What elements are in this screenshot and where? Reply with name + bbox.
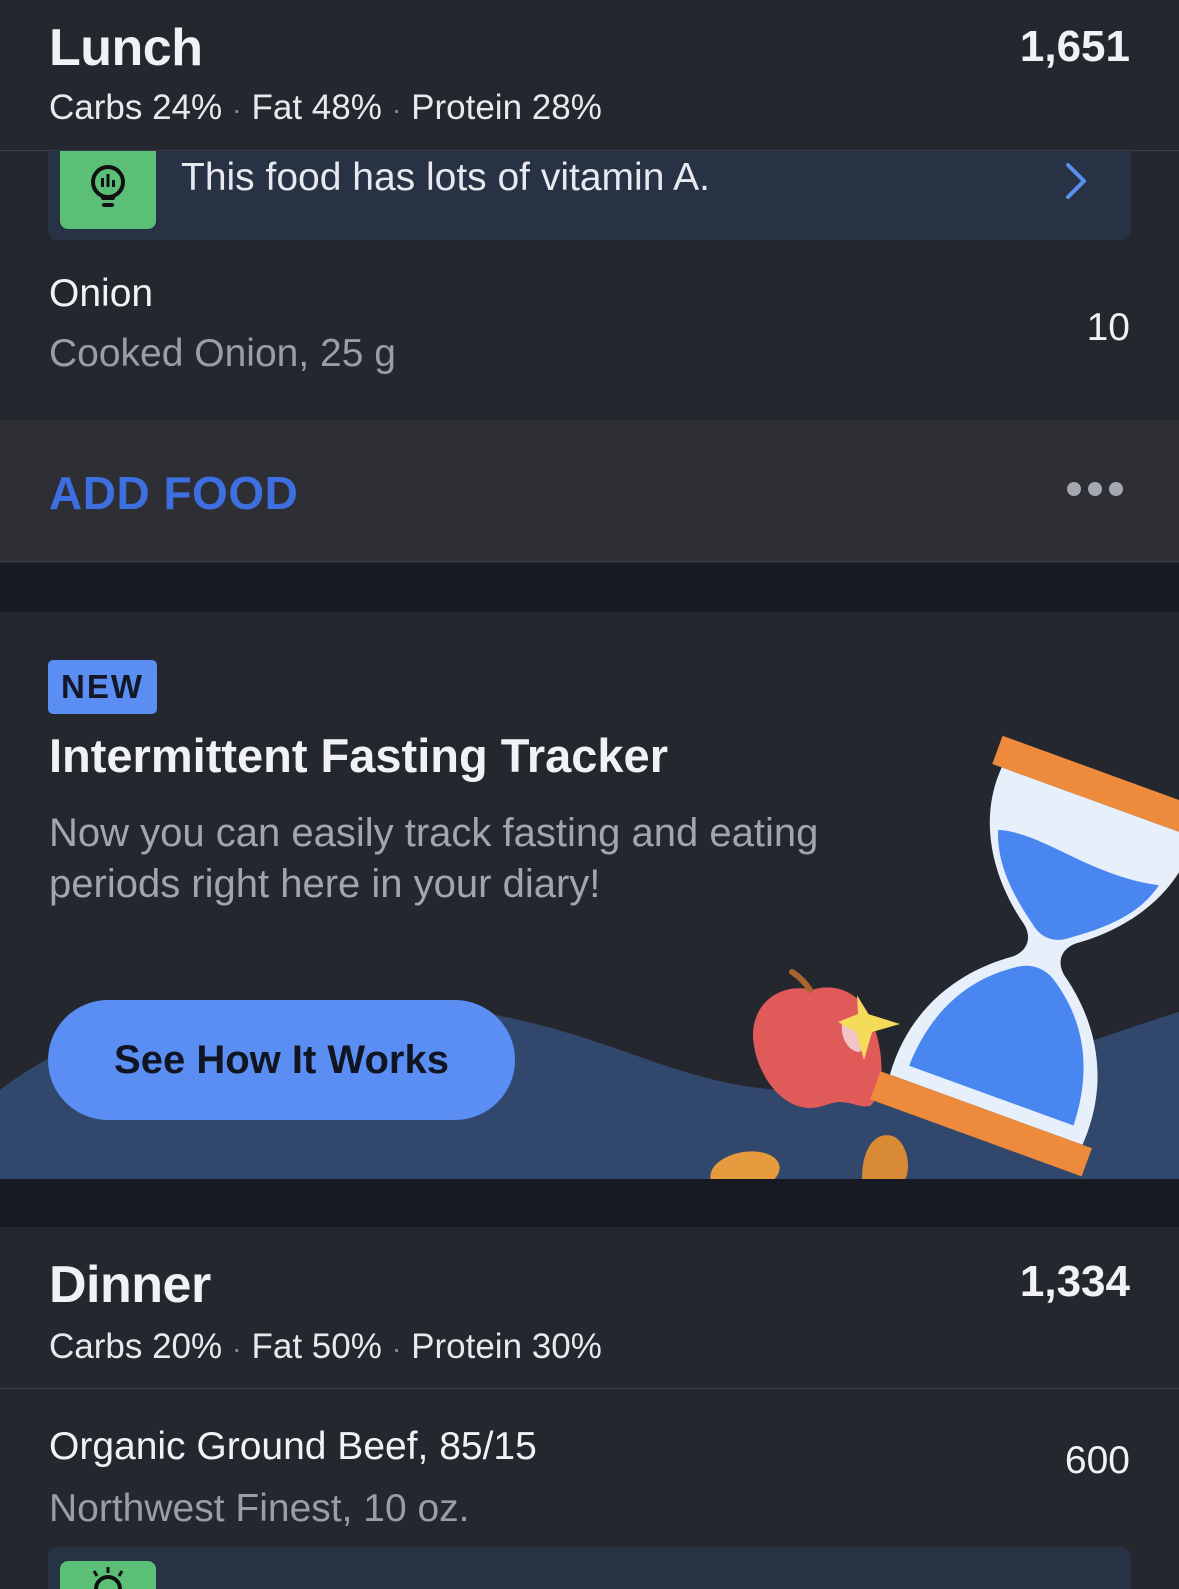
separator-dot: · (391, 94, 402, 125)
food-calories: 600 (1064, 1439, 1130, 1482)
lunch-calories: 1,651 (1019, 22, 1130, 71)
food-item-ground-beef[interactable]: Organic Ground Beef, 85/15 Northwest Fin… (0, 1389, 1179, 1547)
add-food-bar: ADD FOOD (0, 420, 1179, 562)
dinner-carbs: Carbs 20% (49, 1327, 223, 1366)
promo-title: Intermittent Fasting Tracker (49, 729, 668, 782)
dinner-calories: 1,334 (1019, 1257, 1130, 1306)
fasting-promo-card: NEW Intermittent Fasting Tracker Now you… (0, 612, 1179, 1179)
ellipsis-icon[interactable] (1067, 482, 1123, 496)
dinner-header[interactable]: Dinner 1,334 Carbs 20% · Fat 50% · Protein 3… (0, 1227, 1179, 1388)
food-detail: Cooked Onion, 25 g (49, 332, 396, 375)
separator-dot: · (232, 1333, 242, 1364)
see-how-it-works-button[interactable]: See How It Works (48, 1000, 515, 1120)
nutrition-tip[interactable]: This food has lots of vitamin A. (48, 151, 1131, 240)
lunch-carbs: Carbs 24% (49, 88, 223, 127)
promo-description: Now you can easily track fasting and eat… (49, 811, 819, 906)
separator-dot: · (391, 1333, 402, 1364)
add-food-button[interactable]: ADD FOOD (49, 466, 298, 520)
dinner-fat: Fat 50% (251, 1327, 382, 1366)
food-name: Organic Ground Beef, 85/15 (49, 1425, 537, 1468)
tip-text: This food has lots of vitamin A. (181, 156, 710, 199)
section-separator (0, 1179, 1179, 1227)
section-separator (0, 563, 1179, 612)
lunch-header[interactable]: Lunch 1,651 Carbs 24% · Fat 48% · Protein 28… (0, 0, 1179, 150)
lightbulb-icon (60, 1561, 156, 1589)
lightbulb-icon (60, 151, 156, 229)
dinner-title: Dinner (49, 1256, 211, 1314)
lunch-macros: Carbs 24% · Fat 48% · Protein 28% (49, 88, 602, 128)
nutrition-tip-partial[interactable] (48, 1547, 1131, 1589)
lunch-fat: Fat 48% (251, 88, 382, 127)
food-detail: Northwest Finest, 10 oz. (49, 1487, 470, 1530)
separator-dot: · (232, 94, 242, 125)
dinner-macros: Carbs 20% · Fat 50% · Protein 30% (49, 1327, 602, 1367)
lunch-title: Lunch (49, 19, 203, 77)
dinner-protein: Protein 30% (411, 1327, 602, 1366)
food-name: Onion (49, 272, 154, 315)
food-calories: 10 (1086, 306, 1130, 349)
chevron-right-icon[interactable] (1063, 161, 1089, 206)
lunch-protein: Protein 28% (411, 88, 602, 127)
food-item-onion[interactable]: Onion Cooked Onion, 25 g 10 (0, 240, 1179, 420)
new-badge: NEW (48, 660, 157, 714)
